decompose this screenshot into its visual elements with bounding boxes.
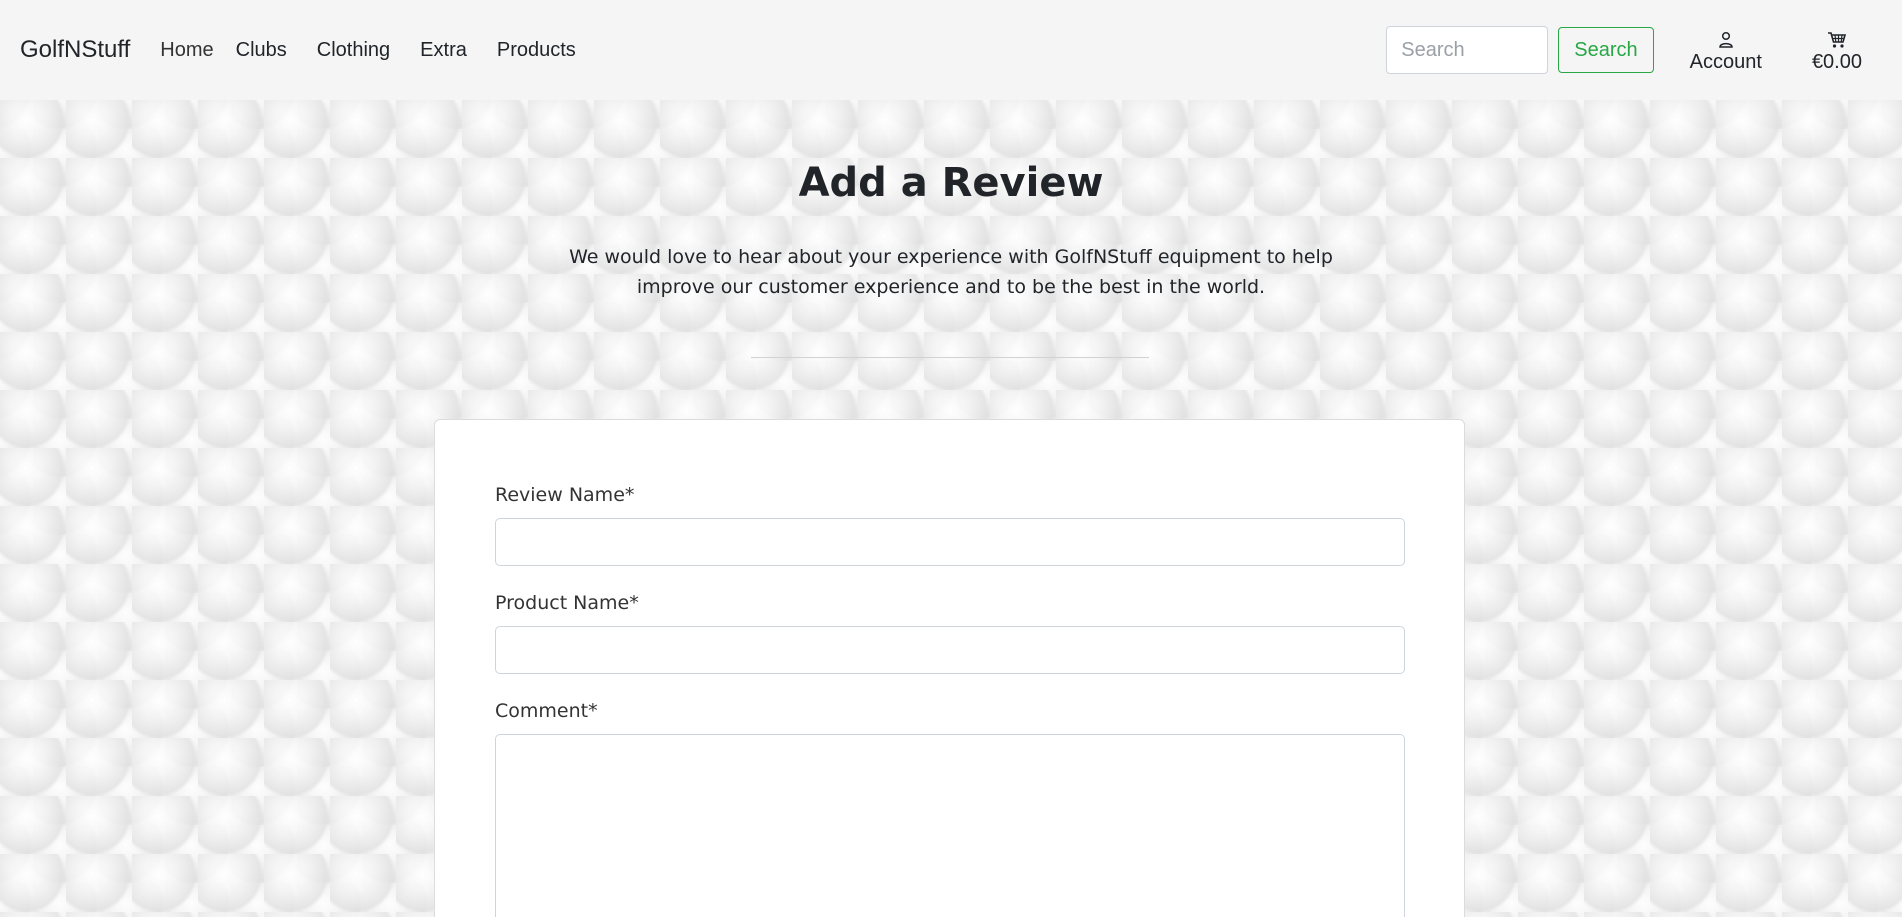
- cart-total: €0.00: [1811, 50, 1862, 73]
- account-label: Account: [1689, 50, 1762, 73]
- search-input[interactable]: [1386, 26, 1549, 74]
- review-name-input[interactable]: [495, 518, 1405, 566]
- nav-link-clubs[interactable]: Clubs: [236, 39, 287, 62]
- account-link[interactable]: Account: [1690, 27, 1762, 74]
- page-title: Add a Review: [798, 160, 1104, 206]
- comment-textarea[interactable]: [495, 734, 1405, 917]
- review-name-label: Review Name*: [495, 484, 635, 506]
- nav-link-products[interactable]: Products: [497, 39, 576, 62]
- person-icon: [1718, 27, 1734, 49]
- nav-link-extra[interactable]: Extra: [420, 39, 467, 62]
- brand-logo[interactable]: GolfNStuff: [20, 36, 130, 64]
- nav-links: Home Clubs Clothing Extra Products: [160, 39, 598, 62]
- nav-link-clothing[interactable]: Clothing: [317, 39, 390, 62]
- page-intro: We would love to hear about your experie…: [569, 246, 1333, 298]
- cart-link[interactable]: €0.00: [1812, 27, 1862, 74]
- product-name-label: Product Name*: [495, 592, 639, 614]
- navbar-right: Search Account: [1386, 0, 1862, 100]
- search-button[interactable]: Search: [1558, 27, 1654, 73]
- product-name-input[interactable]: [495, 626, 1405, 674]
- shopping-cart-icon: [1827, 27, 1847, 49]
- header-divider: [751, 357, 1149, 358]
- review-form-card: Review Name* Product Name* Comment*: [434, 419, 1465, 917]
- top-navbar: GolfNStuff Home Clubs Clothing Extra Pro…: [0, 0, 1902, 100]
- nav-link-home[interactable]: Home: [160, 39, 213, 62]
- comment-label: Comment*: [495, 700, 598, 722]
- page-header: Add a Review We would love to hear about…: [0, 160, 1902, 302]
